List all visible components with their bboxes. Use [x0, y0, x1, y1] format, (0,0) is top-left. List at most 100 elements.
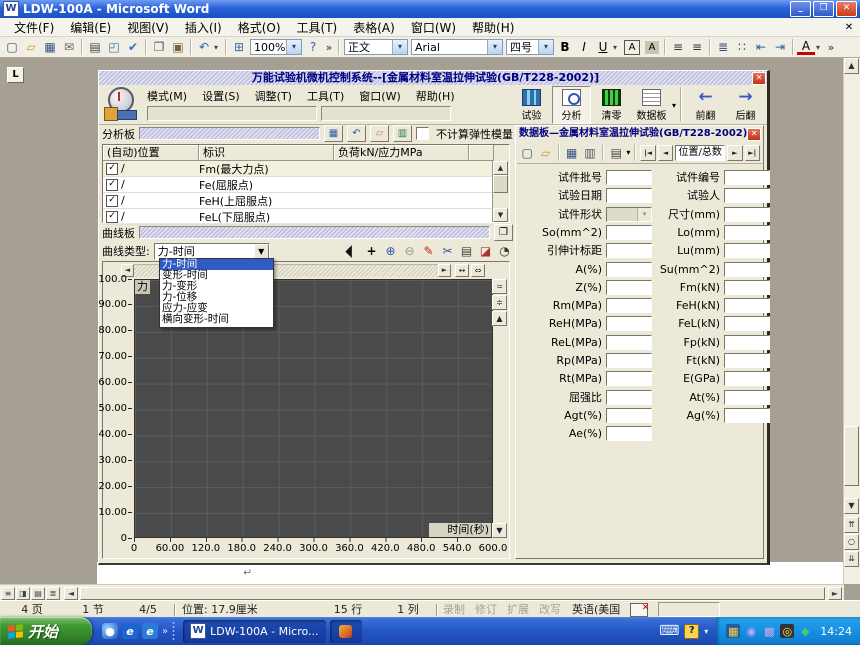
tray-network-icon[interactable]: ▩: [762, 624, 776, 638]
language-help-icon[interactable]: ?: [684, 624, 699, 639]
table-header-cell[interactable]: (自动)位置: [103, 145, 199, 161]
app-menu-item[interactable]: 设置(S): [202, 88, 240, 104]
scroll-down-icon[interactable]: ▼: [844, 498, 859, 514]
status-mode[interactable]: 改写: [534, 602, 566, 618]
table-row[interactable]: ✓/Fm(最大力点): [103, 161, 509, 177]
task-button-word[interactable]: W LDW-100A - Micro...: [183, 620, 325, 643]
word-menu-item[interactable]: 视图(V): [119, 19, 177, 36]
field-input[interactable]: [606, 316, 652, 331]
combo-arrow-icon[interactable]: ▾: [487, 40, 502, 54]
field-input[interactable]: [606, 243, 652, 258]
scrollbar-thumb[interactable]: [493, 175, 508, 193]
zoom-combo[interactable]: 100%▾: [250, 39, 302, 55]
app-menu-item[interactable]: 工具(T): [307, 88, 344, 104]
undo-arrow-icon[interactable]: ▾: [214, 43, 222, 52]
combo-arrow-icon[interactable]: ▾: [392, 40, 407, 54]
select-browse-object-icon[interactable]: ○: [844, 534, 859, 550]
scroll-right-icon[interactable]: ►: [828, 587, 842, 600]
graph-export-icon[interactable]: ◪: [477, 243, 494, 259]
maximize-curve-icon[interactable]: ❐: [494, 224, 513, 241]
field-input[interactable]: [724, 390, 770, 405]
status-mode[interactable]: 录制: [438, 602, 470, 618]
zoom-out-icon[interactable]: ⊖: [401, 243, 418, 259]
field-input[interactable]: [606, 225, 652, 240]
word-menu-item[interactable]: 工具(T): [289, 19, 346, 36]
field-input[interactable]: [724, 335, 770, 350]
status-mode[interactable]: 修订: [470, 602, 502, 618]
word-vscrollbar[interactable]: ▲ ▼ ⇈ ○ ⇊: [843, 58, 860, 584]
panel-grip[interactable]: [139, 226, 490, 239]
bullet-list-icon[interactable]: ∷: [733, 39, 751, 56]
print-record-icon[interactable]: ▤: [608, 145, 624, 161]
row-checkbox[interactable]: ✓: [106, 211, 118, 223]
table-header-cell[interactable]: 标识: [199, 145, 334, 161]
print-layout-icon[interactable]: ▤: [31, 587, 45, 600]
table-row[interactable]: ✓/FeH(上屈服点): [103, 193, 509, 209]
scroll-right-icon[interactable]: ►: [438, 264, 451, 277]
internet-explorer-icon[interactable]: e: [122, 623, 138, 639]
field-input[interactable]: [724, 298, 770, 313]
combo-arrow-icon[interactable]: ▾: [637, 208, 651, 221]
help-icon[interactable]: ?: [304, 39, 322, 56]
table-header-cell[interactable]: 负荷kN/应力MPa: [334, 145, 469, 161]
row-checkbox[interactable]: ✓: [106, 163, 118, 175]
cursor-tool-icon[interactable]: ◣: [341, 239, 364, 262]
row-checkbox[interactable]: ✓: [106, 179, 118, 191]
combo-arrow-icon[interactable]: ▾: [538, 40, 553, 54]
document-close-icon[interactable]: ✕: [840, 22, 858, 33]
timer-icon[interactable]: ◔: [496, 243, 513, 259]
next-button[interactable]: → 后翻: [726, 86, 765, 124]
table-row[interactable]: ✓/FeL(下屈服点): [103, 209, 509, 225]
table-header-cell[interactable]: [469, 145, 494, 161]
keyboard-icon[interactable]: ⌨: [659, 623, 679, 639]
taskbar-clock[interactable]: 14:24: [816, 625, 852, 638]
size-combo[interactable]: 四号▾: [506, 39, 554, 55]
app-menu-item[interactable]: 帮助(H): [416, 88, 455, 104]
prev-button[interactable]: ← 前翻: [686, 86, 725, 124]
field-input[interactable]: [606, 298, 652, 313]
tray-audio-icon[interactable]: ◉: [744, 624, 758, 638]
dropdown-option[interactable]: 横向变形-时间: [160, 314, 273, 325]
crosshair-tool-icon[interactable]: +: [363, 243, 380, 259]
combo-arrow-icon[interactable]: ▾: [286, 40, 301, 54]
zoom-in-icon[interactable]: ⊕: [382, 243, 399, 259]
word-menu-item[interactable]: 格式(O): [230, 19, 289, 36]
data-panel-close-icon[interactable]: ✕: [747, 128, 761, 141]
prev-record-icon[interactable]: ◄: [658, 145, 673, 161]
character-border-icon[interactable]: A: [624, 40, 640, 55]
field-input[interactable]: [724, 188, 770, 203]
field-input[interactable]: [724, 243, 770, 258]
last-record-icon[interactable]: ►|: [745, 145, 760, 161]
insert-table-icon[interactable]: ⊞: [230, 39, 248, 56]
previous-page-icon[interactable]: ⇈: [844, 517, 859, 533]
field-input[interactable]: [724, 408, 770, 423]
toolbar-overflow-2[interactable]: »: [825, 41, 837, 54]
v-fit-icon[interactable]: ≍: [492, 279, 507, 294]
field-input[interactable]: [606, 390, 652, 405]
zero-button[interactable]: 清零: [592, 86, 631, 124]
print-icon[interactable]: ▤: [86, 39, 104, 56]
font-color-icon[interactable]: A: [797, 39, 815, 55]
combo-arrow-icon[interactable]: ▼: [254, 244, 269, 259]
tray-display-icon[interactable]: ▦: [726, 624, 740, 638]
word-menu-item[interactable]: 插入(I): [177, 19, 230, 36]
analysis-table-scrollbar[interactable]: ▲ ▼: [492, 161, 509, 222]
data-panel-titlebar[interactable]: 数据板—金属材料室温拉伸试验(GB/T228-2002) ✕: [517, 127, 762, 141]
print-dropdown-icon[interactable]: ▾: [626, 148, 630, 157]
field-input[interactable]: [724, 225, 770, 240]
databoard-dropdown-icon[interactable]: ▾: [672, 101, 676, 110]
spellcheck-status-icon[interactable]: [630, 603, 648, 617]
underline-icon[interactable]: U: [594, 39, 612, 56]
language-options-icon[interactable]: ▾: [704, 627, 708, 636]
numbered-list-icon[interactable]: ≣: [714, 39, 732, 56]
field-input[interactable]: [724, 316, 770, 331]
open-record-icon[interactable]: ▱: [537, 145, 553, 161]
close-button[interactable]: ✕: [836, 1, 857, 17]
font-color-arrow-icon[interactable]: ▾: [816, 43, 824, 52]
curve-type-combo[interactable]: 力-时间 ▼: [154, 243, 270, 260]
field-input[interactable]: [606, 371, 652, 386]
browser-icon[interactable]: e: [142, 623, 158, 639]
new-record-icon[interactable]: ▢: [519, 145, 535, 161]
increase-indent-icon[interactable]: ⇥: [771, 39, 789, 56]
undo-icon[interactable]: ↶: [347, 125, 366, 142]
